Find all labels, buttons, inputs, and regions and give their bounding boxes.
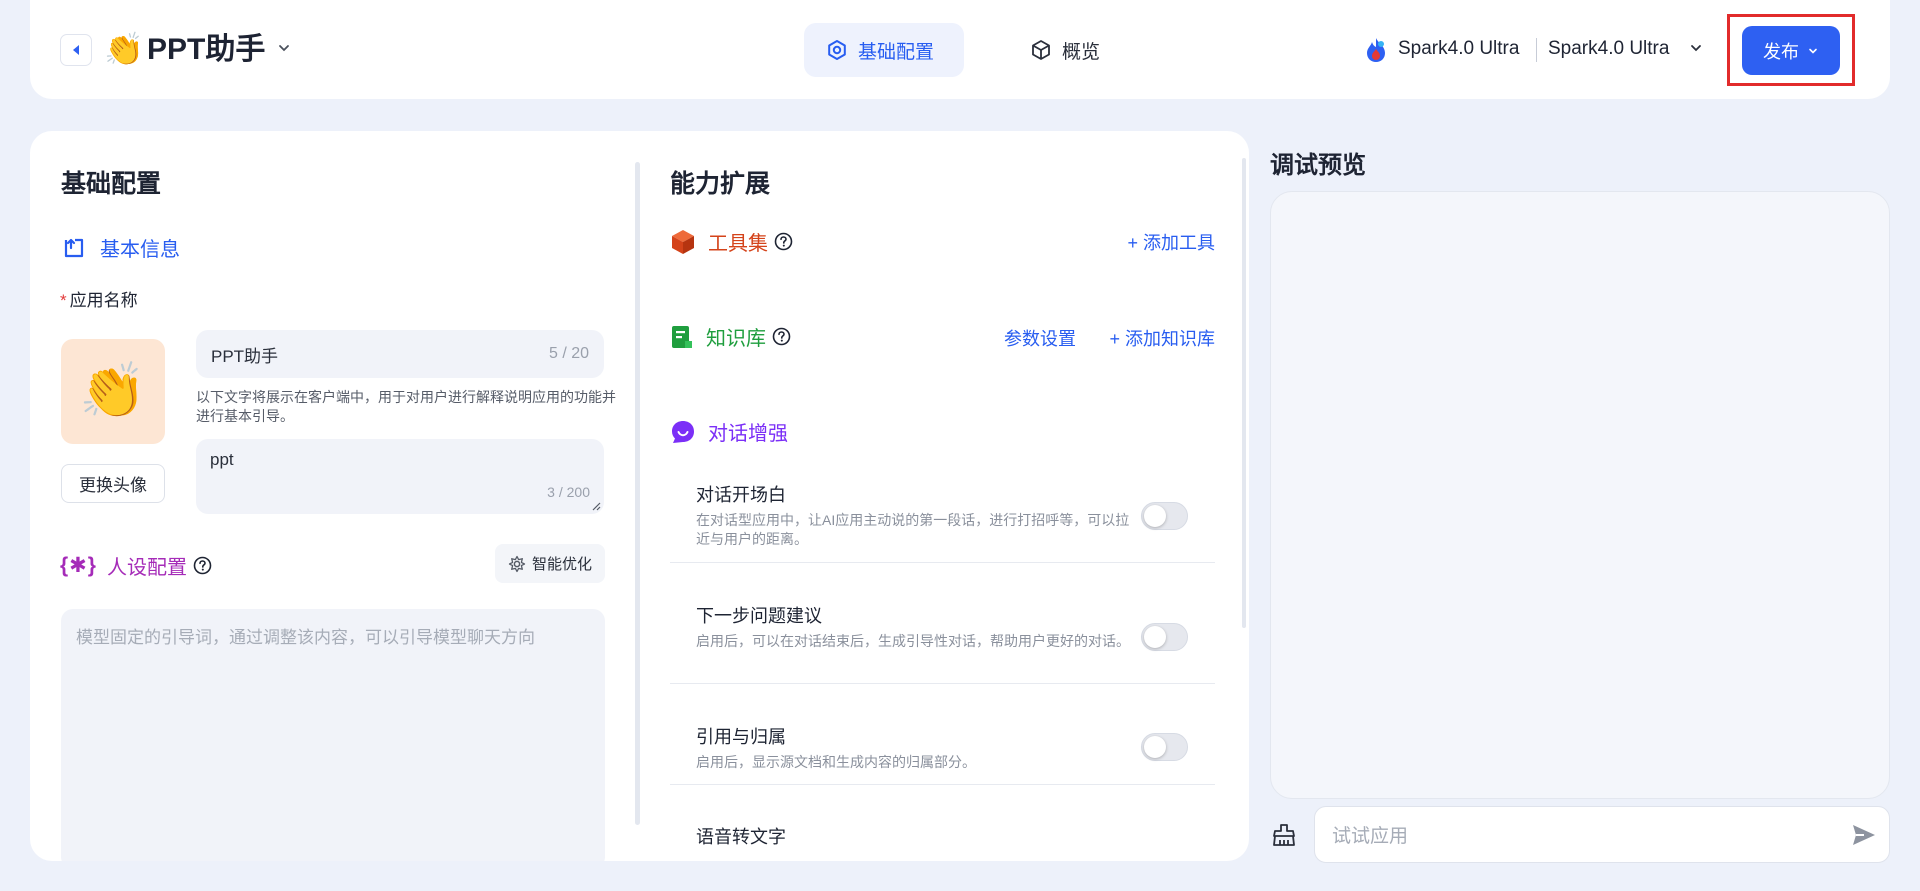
chat-enhance-header: 对话增强	[670, 417, 788, 446]
desc-helper-text: 以下文字将展示在客户端中，用于对用户进行解释说明应用的功能并进行基本引导。	[196, 389, 616, 424]
top-header: 👏 PPT助手 基础配置 概览 Spark4.0 Ultra Spark4.0 …	[30, 0, 1890, 99]
chevron-down-icon[interactable]	[277, 41, 291, 55]
send-icon[interactable]	[1851, 823, 1877, 847]
caret-left-icon	[73, 45, 79, 55]
spark-logo-icon	[1367, 38, 1385, 62]
basic-info-header: 基本信息	[62, 233, 180, 262]
ability-title: 能力扩展	[670, 170, 771, 198]
divider	[670, 784, 1215, 785]
app-description-count: 3 / 200	[547, 484, 590, 500]
divider	[670, 683, 1215, 684]
tab-basic-config-label: 基础配置	[858, 41, 935, 63]
add-tool-button[interactable]: + 添加工具	[1127, 229, 1215, 255]
feature-description: 启用后，显示源文档和生成内容的归属部分。	[696, 754, 976, 770]
try-app-input[interactable]: 试试应用	[1314, 806, 1890, 863]
cube-icon	[1032, 40, 1050, 60]
help-circle-icon[interactable]	[774, 232, 793, 251]
param-settings-button[interactable]: 参数设置	[1004, 325, 1076, 351]
chat-enhance-label: 对话增强	[708, 423, 788, 445]
app-title[interactable]: PPT助手	[147, 30, 265, 70]
debug-preview-pane	[1270, 191, 1890, 799]
required-mark: *	[60, 291, 67, 310]
model-divider	[1536, 38, 1537, 62]
basic-config-title: 基础配置	[61, 170, 162, 198]
config-card: 基础配置 基本信息 * 应用名称 👏 更换头像 PPT助手 5 / 20 以下文字…	[30, 131, 1249, 861]
app-emoji-icon: 👏	[104, 31, 144, 67]
persona-prompt-textarea[interactable]: 模型固定的引导词，通过调整该内容，可以引导模型聊天方向	[61, 609, 605, 861]
ability-scrollbar[interactable]	[1242, 158, 1246, 628]
feature-title: 引用与归属	[696, 727, 786, 747]
citation-toggle[interactable]	[1141, 733, 1188, 761]
app-name-input[interactable]: PPT助手 5 / 20	[196, 330, 604, 378]
tab-overview[interactable]: 概览	[1008, 23, 1128, 77]
tab-overview-label: 概览	[1062, 41, 1101, 63]
toggle-knob	[1144, 626, 1166, 648]
feature-title: 对话开场白	[696, 485, 786, 505]
toggle-knob	[1144, 505, 1166, 527]
tools-label: 工具集	[708, 233, 768, 255]
smart-optimize-label: 智能优化	[531, 556, 592, 573]
publish-label: 发布	[1763, 41, 1799, 62]
toggle-knob	[1144, 736, 1166, 758]
publish-button[interactable]: 发布	[1742, 26, 1840, 75]
chat-bubble-icon	[672, 420, 694, 443]
model-name-secondary[interactable]: Spark4.0 Ultra	[1548, 38, 1669, 60]
column-scrollbar[interactable]	[635, 162, 640, 825]
app-name-count: 5 / 20	[548, 345, 589, 362]
persona-brace-icon: {✱}	[60, 554, 97, 577]
model-chevron-down-icon[interactable]	[1689, 41, 1703, 55]
debug-preview-title: 调试预览	[1270, 152, 1366, 179]
next-suggestion-toggle[interactable]	[1141, 623, 1188, 651]
help-circle-icon[interactable]	[193, 556, 212, 575]
smart-optimize-button[interactable]: 智能优化	[495, 544, 605, 583]
app-avatar[interactable]: 👏	[61, 339, 165, 444]
change-avatar-button[interactable]: 更换头像	[61, 464, 165, 503]
sparkle-gear-icon	[508, 555, 526, 572]
tools-header: 工具集	[670, 227, 793, 256]
persona-config-label: 人设配置	[106, 557, 187, 579]
broom-clear-icon[interactable]	[1271, 822, 1297, 848]
knowledge-base-label: 知识库	[706, 328, 766, 350]
tab-basic-config[interactable]: 基础配置	[804, 23, 964, 77]
feature-description: 在对话型应用中，让AI应用主动说的第一段话，进行打招呼等，可以拉近与用户的距离。	[696, 512, 1130, 547]
try-app-placeholder: 试试应用	[1332, 826, 1409, 847]
app-description-textarea[interactable]: ppt 3 / 200	[196, 439, 604, 514]
app-description-value: ppt	[210, 450, 234, 469]
resize-grip-icon[interactable]	[591, 501, 601, 511]
app-name-label: * 应用名称	[60, 286, 138, 311]
back-button[interactable]	[60, 34, 92, 66]
model-name-primary[interactable]: Spark4.0 Ultra	[1398, 38, 1519, 60]
document-icon	[672, 325, 692, 348]
basic-info-label: 基本信息	[100, 239, 180, 261]
toolbox-cube-icon	[672, 229, 694, 254]
feature-description: 启用后，可以在对话结束后，生成引导性对话，帮助用户更好的对话。	[696, 633, 1130, 649]
persona-config-header: {✱} 人设配置	[60, 551, 212, 580]
divider	[670, 562, 1215, 563]
add-knowledge-base-button[interactable]: + 添加知识库	[1109, 325, 1215, 351]
feature-title: 语音转文字	[696, 827, 786, 847]
opening-toggle[interactable]	[1141, 502, 1188, 530]
chevron-down-icon	[1809, 48, 1817, 54]
knowledge-base-header: 知识库	[670, 322, 791, 351]
app-name-label-text: 应用名称	[69, 291, 138, 310]
feature-title: 下一步问题建议	[696, 606, 822, 626]
gear-icon	[828, 40, 846, 60]
info-bracket-icon	[64, 238, 84, 257]
help-circle-icon[interactable]	[772, 327, 791, 346]
app-name-value: PPT助手	[211, 346, 279, 366]
